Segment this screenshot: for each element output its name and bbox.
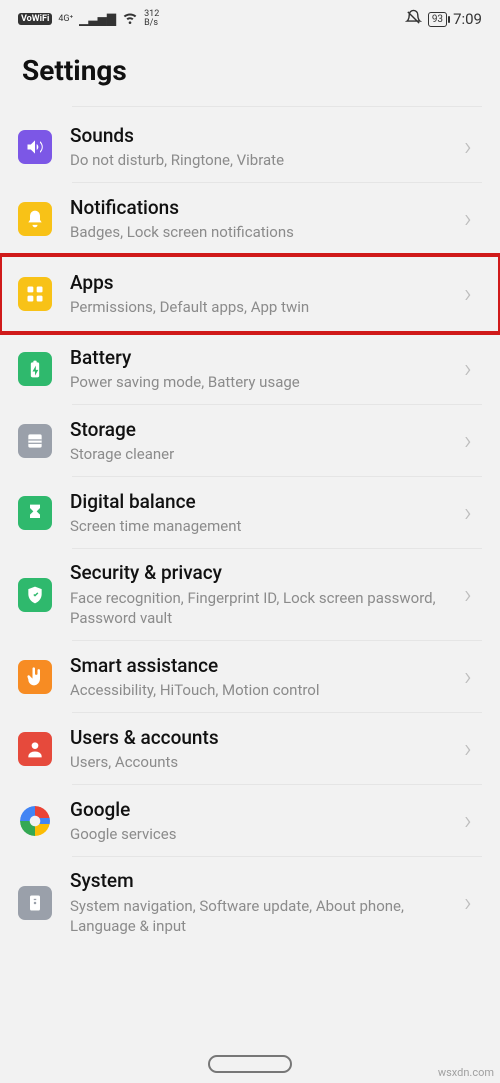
row-notifications[interactable]: Notifications Badges, Lock screen notifi…: [0, 183, 500, 255]
chevron-right-icon: ›: [464, 806, 482, 836]
row-sub: Do not disturb, Ringtone, Vibrate: [70, 150, 456, 170]
signal-icon: ▁▃▅▇: [79, 12, 116, 26]
chevron-right-icon: ›: [464, 426, 482, 456]
chevron-right-icon: ›: [464, 734, 482, 764]
row-title: Digital balance: [70, 490, 456, 515]
row-title: Storage: [70, 418, 456, 443]
chevron-right-icon: ›: [464, 354, 482, 384]
row-title: Apps: [70, 271, 456, 296]
prev-divider: [72, 101, 482, 107]
row-sub: Power saving mode, Battery usage: [70, 372, 456, 392]
person-icon: [18, 732, 52, 766]
row-system[interactable]: System System navigation, Software updat…: [0, 857, 500, 949]
row-sub: Users, Accounts: [70, 752, 456, 772]
row-security-privacy[interactable]: Security & privacy Face recognition, Fin…: [0, 549, 500, 641]
apps-icon: [18, 277, 52, 311]
row-sub: Permissions, Default apps, App twin: [70, 297, 456, 317]
net-speed: 312B/s: [144, 10, 159, 28]
row-title: Security & privacy: [70, 561, 456, 586]
row-users-accounts[interactable]: Users & accounts Users, Accounts ›: [0, 713, 500, 785]
settings-list: Sounds Do not disturb, Ringtone, Vibrate…: [0, 111, 500, 949]
row-title: Smart assistance: [70, 654, 456, 679]
row-sub: Badges, Lock screen notifications: [70, 222, 456, 242]
chevron-right-icon: ›: [464, 132, 482, 162]
row-title: Notifications: [70, 196, 456, 221]
hand-icon: [18, 660, 52, 694]
row-sub: Face recognition, Fingerprint ID, Lock s…: [70, 588, 456, 629]
row-sub: Accessibility, HiTouch, Motion control: [70, 680, 456, 700]
battery-indicator: 93: [428, 12, 447, 27]
google-icon: [18, 804, 52, 838]
vowifi-badge: VoWiFi: [18, 13, 52, 25]
row-sub: Screen time management: [70, 516, 456, 536]
row-apps[interactable]: Apps Permissions, Default apps, App twin…: [0, 255, 500, 333]
row-digital-balance[interactable]: Digital balance Screen time management ›: [0, 477, 500, 549]
dnd-icon: [405, 9, 422, 30]
shield-icon: [18, 578, 52, 612]
chevron-right-icon: ›: [464, 279, 482, 309]
row-sub: Storage cleaner: [70, 444, 456, 464]
row-battery[interactable]: Battery Power saving mode, Battery usage…: [0, 333, 500, 405]
nav-pill[interactable]: [208, 1055, 292, 1073]
row-title: Battery: [70, 346, 456, 371]
chevron-right-icon: ›: [464, 888, 482, 918]
row-title: Sounds: [70, 124, 456, 149]
bell-icon: [18, 202, 52, 236]
clock: 7:09: [453, 10, 482, 28]
row-sounds[interactable]: Sounds Do not disturb, Ringtone, Vibrate…: [0, 111, 500, 183]
storage-icon: [18, 424, 52, 458]
row-smart-assistance[interactable]: Smart assistance Accessibility, HiTouch,…: [0, 641, 500, 713]
row-title: Google: [70, 798, 456, 823]
status-bar: VoWiFi 4G⁺ ▁▃▅▇ 312B/s 93 7:09: [0, 0, 500, 32]
row-storage[interactable]: Storage Storage cleaner ›: [0, 405, 500, 477]
chevron-right-icon: ›: [464, 204, 482, 234]
chevron-right-icon: ›: [464, 580, 482, 610]
wifi-icon: [122, 9, 138, 29]
battery-icon: [18, 352, 52, 386]
row-title: Users & accounts: [70, 726, 456, 751]
chevron-right-icon: ›: [464, 498, 482, 528]
sound-icon: [18, 130, 52, 164]
row-title: System: [70, 869, 456, 894]
chevron-right-icon: ›: [464, 662, 482, 692]
hourglass-icon: [18, 496, 52, 530]
system-icon: [18, 886, 52, 920]
watermark: wsxdn.com: [438, 1066, 494, 1079]
row-sub: System navigation, Software update, Abou…: [70, 896, 456, 937]
page-title: Settings: [0, 32, 500, 101]
network-type: 4G⁺: [58, 15, 73, 24]
row-google[interactable]: Google Google services ›: [0, 785, 500, 857]
row-sub: Google services: [70, 824, 456, 844]
